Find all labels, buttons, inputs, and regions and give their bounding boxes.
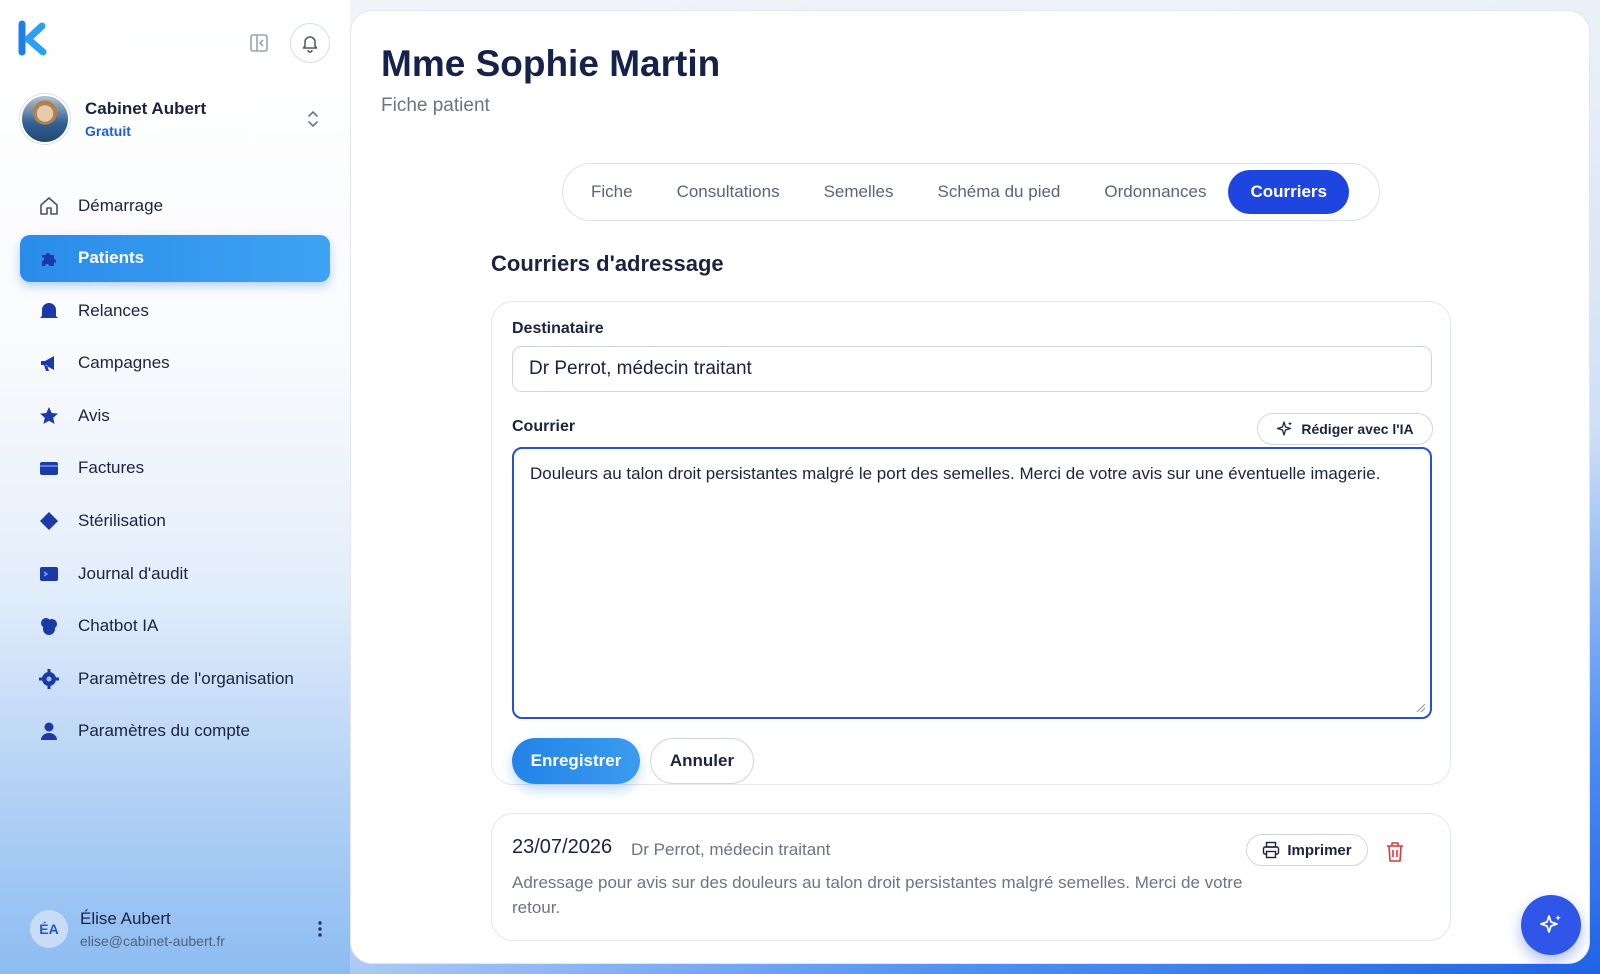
sidebar-item-demarrage[interactable]: Démarrage <box>20 182 330 229</box>
sidebar-item-label: Paramètres de l'organisation <box>78 668 294 688</box>
organization-avatar <box>20 94 70 144</box>
user-account: ÉA Élise Aubert elise@cabinet-aubert.fr <box>30 904 330 954</box>
sidebar-item-avis[interactable]: Avis <box>20 392 330 439</box>
sidebar-item-label: Avis <box>78 405 110 425</box>
sidebar-item-campagnes[interactable]: Campagnes <box>20 340 330 387</box>
tab-semelles[interactable]: Semelles <box>802 170 916 214</box>
recipient-input[interactable]: Dr Perrot, médecin traitant <box>512 346 1432 392</box>
collapse-sidebar-icon[interactable] <box>248 32 270 54</box>
main-panel: Mme Sophie Martin Fiche patient Fiche Co… <box>350 10 1590 964</box>
user-email: elise@cabinet-aubert.fr <box>80 933 225 949</box>
sparkles-icon <box>1540 915 1561 933</box>
bell-icon <box>302 36 318 53</box>
bell-icon <box>40 302 58 318</box>
sidebar-item-relances[interactable]: Relances <box>20 287 330 334</box>
write-with-ai-label: Rédiger avec l'IA <box>1301 421 1414 437</box>
page-subtitle: Fiche patient <box>381 95 490 116</box>
sidebar-item-label: Paramètres du compte <box>78 721 250 741</box>
tab-consultations[interactable]: Consultations <box>655 170 802 214</box>
sidebar-item-parametres-compte[interactable]: Paramètres du compte <box>20 708 330 755</box>
letter-form: Destinataire Dr Perrot, médecin traitant… <box>491 301 1451 785</box>
sparkles-icon <box>1277 421 1293 436</box>
sidebar: Cabinet Aubert Gratuit Démarrage Patient… <box>0 0 350 974</box>
cancel-button[interactable]: Annuler <box>650 738 754 784</box>
sidebar-item-patients[interactable]: Patients <box>20 234 330 282</box>
sidebar-item-label: Campagnes <box>78 353 170 373</box>
diamond-icon <box>40 512 58 531</box>
patient-tabs: Fiche Consultations Semelles Schéma du p… <box>562 163 1380 221</box>
sidebar-item-journal-audit[interactable]: Journal d'audit <box>20 550 330 597</box>
letter-body: Adressage pour avis sur des douleurs au … <box>512 873 1243 917</box>
tab-fiche[interactable]: Fiche <box>569 170 655 214</box>
printer-icon <box>1263 841 1280 859</box>
sidebar-item-label: Factures <box>78 458 145 478</box>
letter-label: Courrier <box>512 418 576 435</box>
letter-textarea[interactable]: Douleurs au talon droit persistantes mal… <box>512 447 1432 719</box>
person-icon <box>41 722 57 741</box>
sidebar-item-factures[interactable]: Factures <box>20 445 330 492</box>
megaphone-icon <box>41 356 54 372</box>
organization-name: Cabinet Aubert <box>85 99 207 118</box>
print-label: Imprimer <box>1287 841 1352 859</box>
invoice-icon <box>40 462 58 476</box>
sidebar-nav: Démarrage Patients Relances Campagnes Av… <box>20 182 330 761</box>
tab-ordonnances[interactable]: Ordonnances <box>1082 170 1228 214</box>
puzzle-icon <box>42 253 56 267</box>
terminal-icon <box>40 566 58 581</box>
save-button[interactable]: Enregistrer <box>512 738 640 784</box>
organization-plan: Gratuit <box>85 123 131 139</box>
gear-icon <box>39 668 59 689</box>
letter-date: 23/07/2026 <box>512 836 613 858</box>
organization-switcher[interactable]: Cabinet Aubert Gratuit <box>20 94 335 144</box>
sidebar-item-parametres-organisation[interactable]: Paramètres de l'organisation <box>20 655 330 702</box>
section-title: Courriers d'adressage <box>491 251 724 276</box>
sidebar-item-label: Relances <box>78 300 149 320</box>
sidebar-item-sterilisation[interactable]: Stérilisation <box>20 498 330 545</box>
sidebar-item-label: Stérilisation <box>78 511 166 531</box>
star-icon <box>40 406 58 424</box>
sidebar-item-label: Démarrage <box>78 195 164 215</box>
app-logo[interactable] <box>18 20 48 56</box>
write-with-ai-button[interactable]: Rédiger avec l'IA <box>1257 413 1433 445</box>
notifications-button[interactable] <box>290 23 330 63</box>
sidebar-item-chatbot[interactable]: Chatbot IA <box>20 603 330 650</box>
letter-history-item: 23/07/2026 Dr Perrot, médecin traitant A… <box>491 813 1451 941</box>
sidebar-item-label: Journal d'audit <box>78 563 189 583</box>
chevron-up-down-icon <box>308 110 318 128</box>
sidebar-item-label: Chatbot IA <box>78 616 159 636</box>
trash-icon[interactable] <box>1384 840 1406 864</box>
page-title: Mme Sophie Martin <box>381 43 721 84</box>
sidebar-item-label: Patients <box>78 248 145 268</box>
letter-text: Douleurs au talon droit persistantes mal… <box>530 464 1381 483</box>
tab-schema-du-pied[interactable]: Schéma du pied <box>916 170 1083 214</box>
print-button[interactable]: Imprimer <box>1246 834 1368 866</box>
ai-assistant-button[interactable] <box>1521 895 1581 955</box>
tab-courriers[interactable]: Courriers <box>1228 170 1349 214</box>
home-icon <box>40 196 58 215</box>
user-menu-button[interactable] <box>310 917 330 941</box>
resize-handle-icon[interactable] <box>1416 703 1426 713</box>
more-vertical-icon <box>318 921 322 937</box>
recipient-label: Destinataire <box>512 320 604 337</box>
user-name: Élise Aubert <box>80 909 171 928</box>
chatbot-icon <box>41 618 57 636</box>
letter-recipient: Dr Perrot, médecin traitant <box>631 840 831 859</box>
avatar[interactable]: ÉA <box>30 910 68 948</box>
